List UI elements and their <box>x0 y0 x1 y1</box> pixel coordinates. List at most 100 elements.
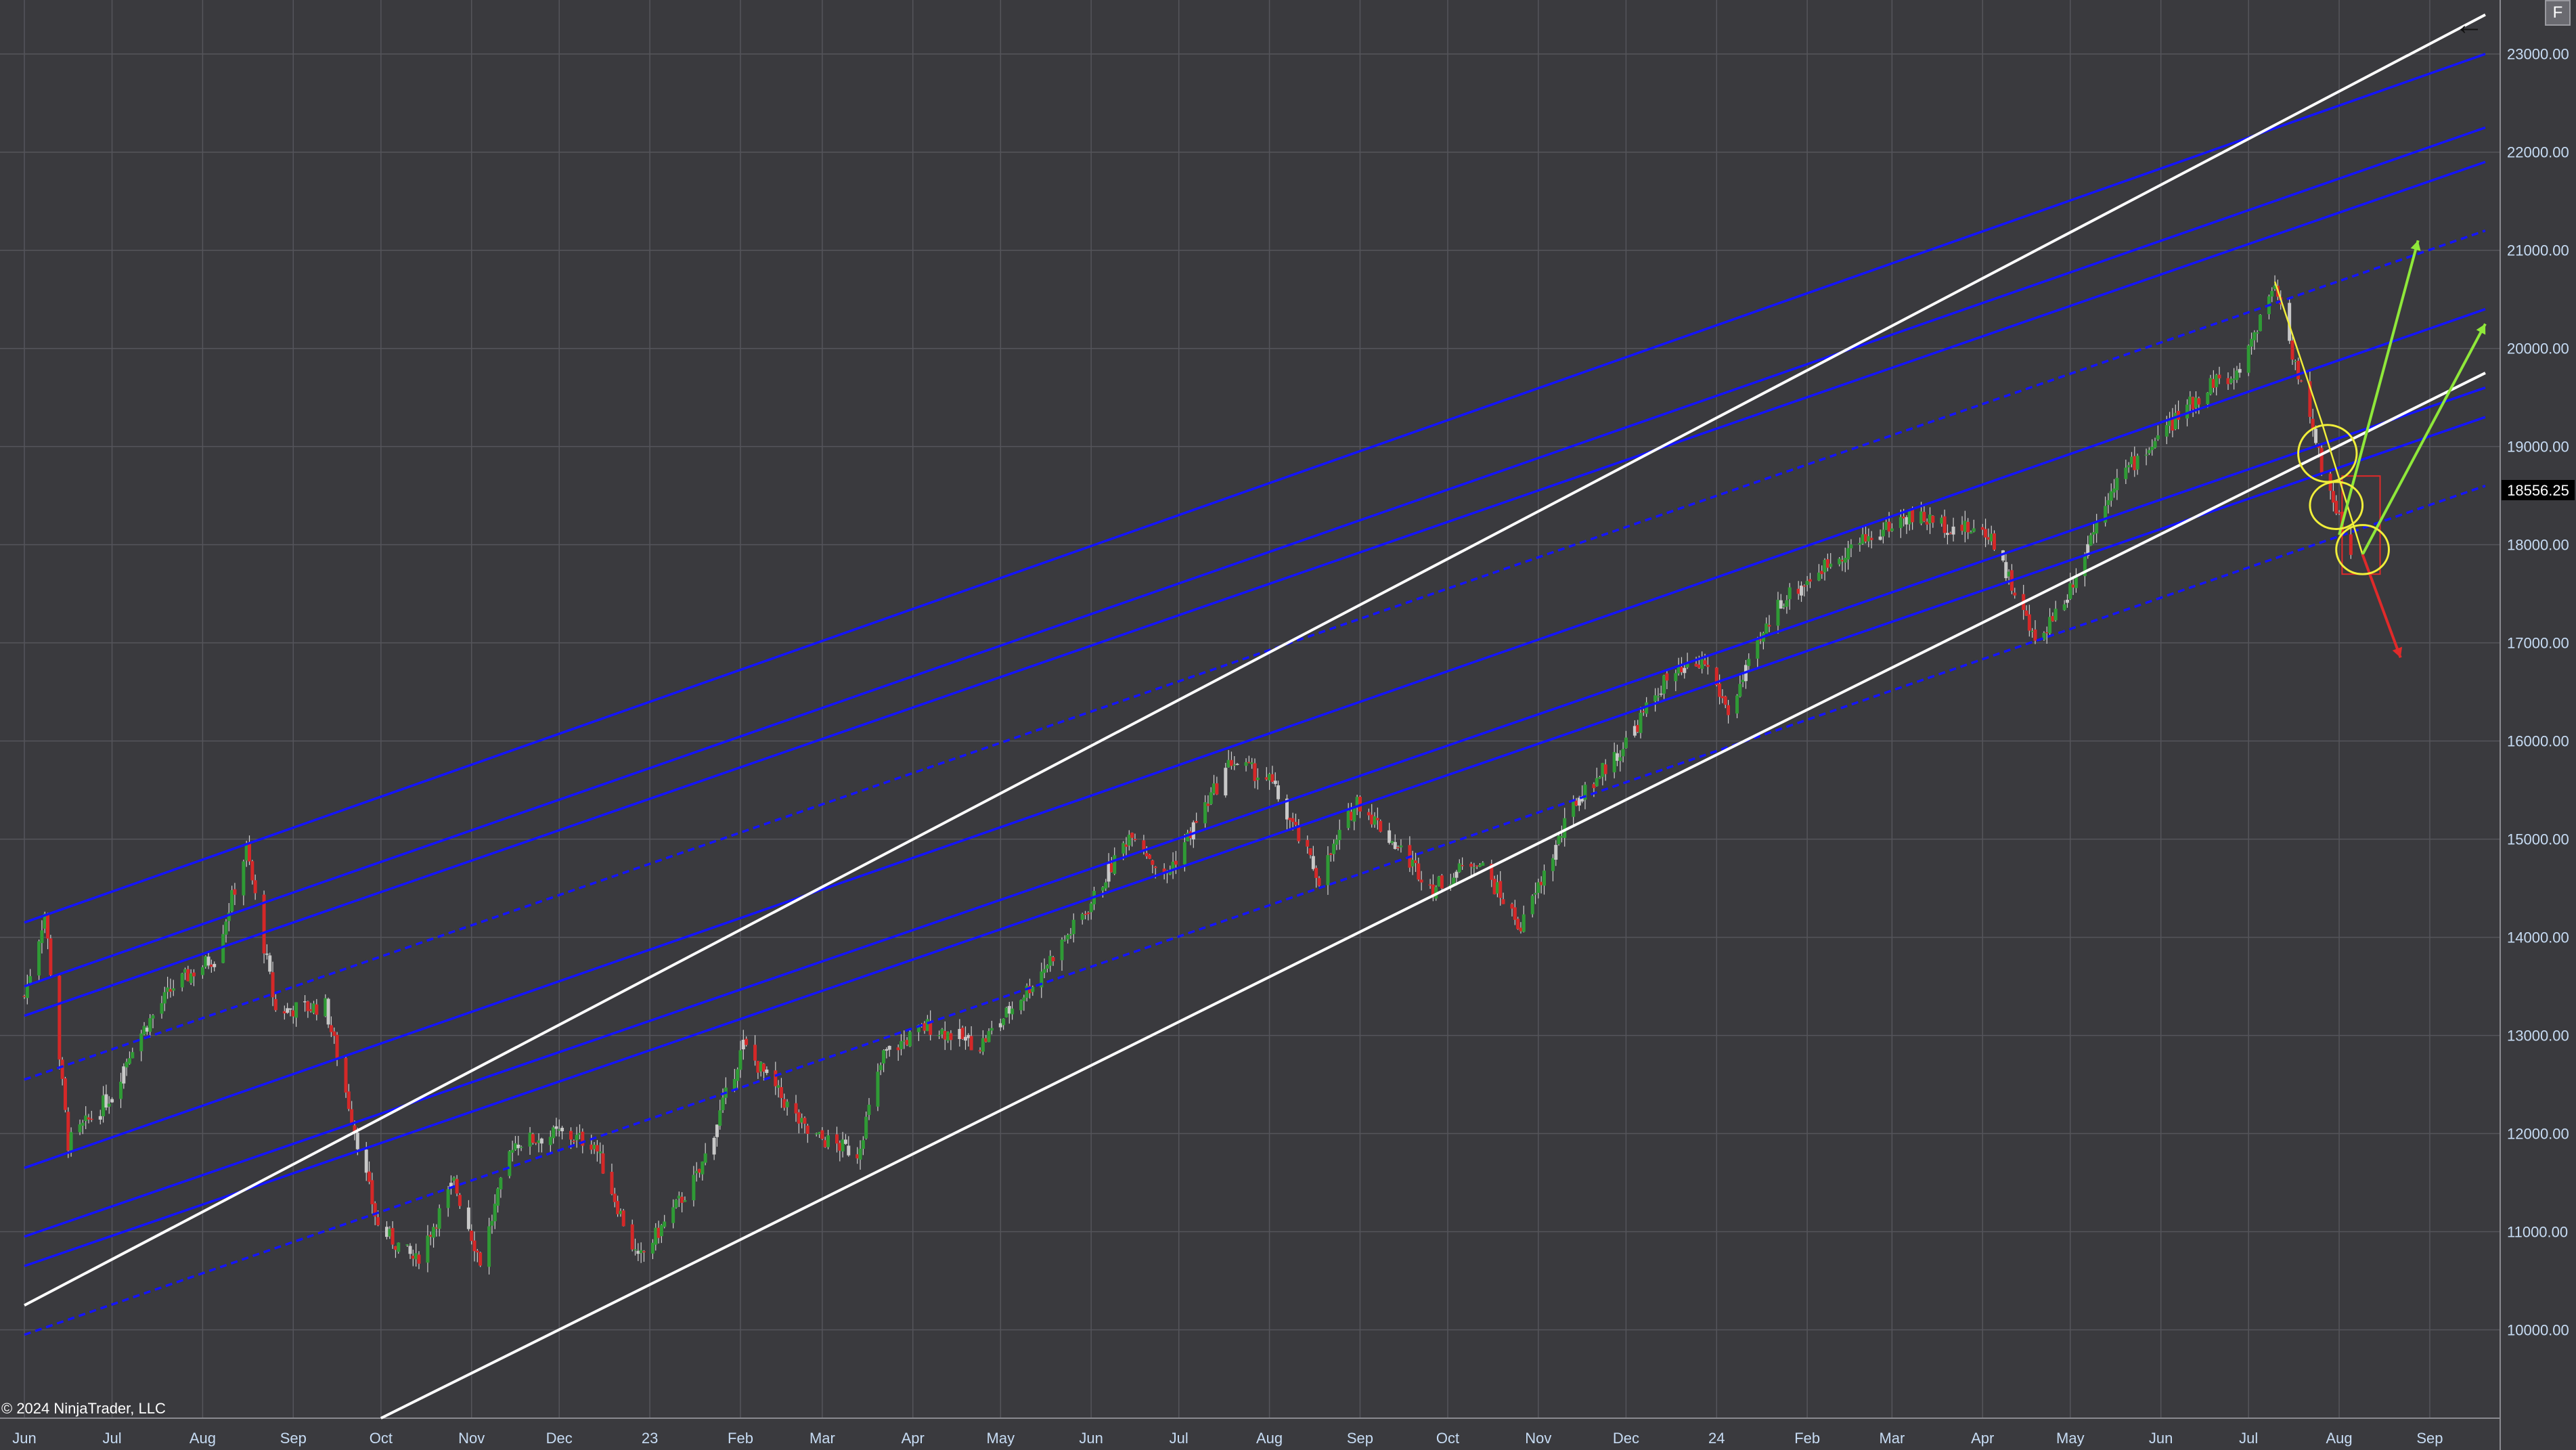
candle-body <box>958 1029 962 1039</box>
candle-body <box>350 1109 354 1124</box>
candle-body <box>1440 875 1444 889</box>
candle-body <box>376 1217 380 1225</box>
candle-body <box>738 1050 742 1070</box>
candle-body <box>271 972 275 998</box>
candle-body <box>2147 449 2151 454</box>
y-tick-label: 23000.00 <box>2507 46 2569 63</box>
y-tick-label: 18000.00 <box>2507 537 2569 554</box>
candle-body <box>794 1103 798 1114</box>
candle-body <box>2211 378 2215 389</box>
candle-body <box>1113 855 1117 874</box>
candle-body <box>1928 514 1932 524</box>
candle-body <box>1989 533 1993 542</box>
y-tick-label: 10000.00 <box>2507 1322 2569 1339</box>
candle-body <box>838 1143 842 1151</box>
candle-body <box>1764 623 1769 634</box>
candle-body <box>1823 559 1827 573</box>
candle-body <box>861 1140 865 1149</box>
candle-body <box>1519 927 1523 931</box>
candle-body <box>534 1142 538 1144</box>
candle-body <box>87 1117 91 1120</box>
candle-body <box>703 1153 707 1163</box>
candle-body <box>1922 512 1926 522</box>
f-button[interactable]: F <box>2545 0 2571 26</box>
candle-body <box>2013 592 2017 596</box>
x-tick-label: Jul <box>1170 1430 1189 1447</box>
candle-body <box>899 1041 903 1049</box>
candle-body <box>98 1116 102 1120</box>
candle-body <box>1478 864 1482 867</box>
candle-body <box>171 988 175 991</box>
candle-body <box>475 1250 479 1253</box>
candle-body <box>1869 537 1873 540</box>
chart-area[interactable]: 23000.00 22000.00 21000.00 20000.00 19000.00… <box>0 0 2576 1450</box>
candle-body <box>1151 860 1155 865</box>
candle-body <box>2215 374 2219 387</box>
candle-body <box>1542 871 1547 886</box>
candle-body <box>1104 882 1108 889</box>
back-arrow-icon[interactable]: ← <box>2449 8 2489 42</box>
y-tick-label: 20000.00 <box>2507 340 2569 357</box>
candle-body <box>1551 858 1555 871</box>
candle-body <box>2091 532 2095 535</box>
candle-body <box>1428 884 1432 886</box>
candle-body <box>718 1110 722 1126</box>
candle-body <box>1226 760 1230 768</box>
candle-body <box>1984 529 1988 537</box>
candle-body <box>2208 378 2213 395</box>
candle-body <box>1051 957 1055 962</box>
candle-body <box>1522 914 1526 932</box>
candle-body <box>1501 899 1505 904</box>
candle-body <box>1858 543 1862 545</box>
current-price-label: 18556.25 <box>2507 482 2569 499</box>
x-tick-label: May <box>987 1430 1015 1447</box>
candle-body <box>329 1025 333 1032</box>
candle-body <box>1367 812 1371 816</box>
candle-body <box>221 933 225 963</box>
candle-body <box>127 1058 131 1064</box>
candle-body <box>326 998 330 1025</box>
candle-body <box>642 1251 646 1253</box>
candle-body <box>368 1171 372 1182</box>
candle-body <box>405 1244 409 1246</box>
candle-body <box>650 1242 654 1254</box>
price-chart[interactable]: 23000.00 22000.00 21000.00 20000.00 19000.00… <box>0 0 2576 1450</box>
candle-body <box>1264 777 1268 780</box>
candle-body <box>37 941 41 975</box>
x-tick-label: Jul <box>102 1430 121 1447</box>
candle-body <box>139 1033 143 1051</box>
candle-body <box>575 1135 579 1141</box>
candle-body <box>1758 639 1762 641</box>
candle-body <box>265 953 269 955</box>
candle-body <box>1905 517 1909 525</box>
candle-body <box>1390 841 1394 843</box>
x-tick-label: Jun <box>1079 1430 1103 1447</box>
candle-body <box>762 1063 766 1072</box>
candle-body <box>513 1143 517 1150</box>
candle-body <box>2062 604 2066 611</box>
candle-body <box>166 987 170 992</box>
candle-body <box>493 1204 497 1222</box>
candle-body <box>1516 919 1520 929</box>
candle-body <box>2068 583 2072 599</box>
candle-body <box>2250 338 2254 347</box>
candle-body <box>552 1127 556 1139</box>
candle-body <box>192 972 196 977</box>
candle-body <box>1639 712 1643 733</box>
candle-body <box>2024 610 2028 616</box>
candle-body <box>1071 919 1075 934</box>
candle-body <box>209 964 213 967</box>
candle-body <box>1101 887 1105 891</box>
candle-body <box>1572 800 1576 817</box>
candle-body <box>1636 725 1640 732</box>
candle-body <box>479 1252 483 1266</box>
candle-body <box>1530 896 1534 915</box>
candle-body <box>455 1179 459 1194</box>
candle-body <box>1002 1018 1006 1026</box>
candle-body <box>864 1116 868 1139</box>
candle-body <box>1288 817 1292 820</box>
candle-body <box>1907 509 1911 525</box>
candle-body <box>616 1201 620 1214</box>
candle-body <box>2127 465 2131 468</box>
candle-body <box>1735 695 1739 713</box>
